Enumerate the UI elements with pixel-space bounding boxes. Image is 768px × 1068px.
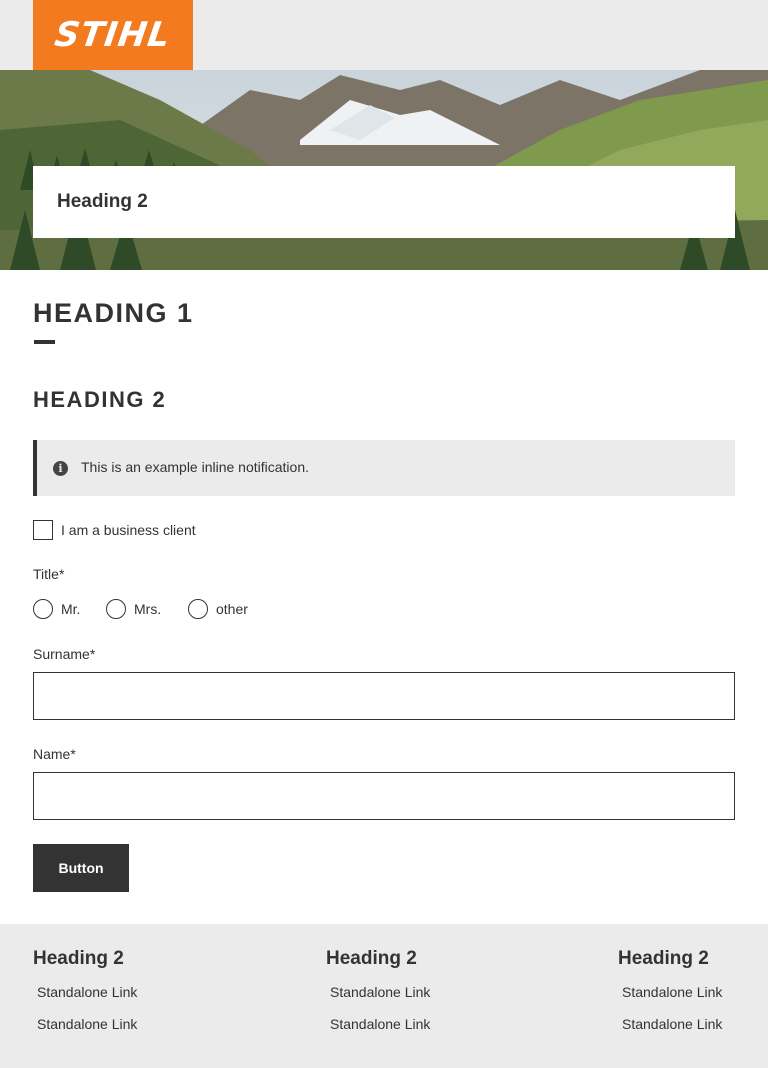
footer-heading: Heading 2 xyxy=(618,948,709,969)
surname-input[interactable] xyxy=(33,672,735,720)
required-mark: * xyxy=(70,746,76,762)
footer-heading: Heading 2 xyxy=(33,948,124,969)
footer-heading: Heading 2 xyxy=(326,948,417,969)
radio-mrs[interactable]: Mrs. xyxy=(106,599,161,619)
page-heading-1: HEADING 1 xyxy=(33,298,194,328)
hero-banner: Heading 2 xyxy=(0,70,768,270)
notification-text: This is an example inline notification. xyxy=(81,459,310,475)
submit-button[interactable]: Button xyxy=(33,844,129,892)
footer-link[interactable]: Standalone Link xyxy=(330,984,430,1000)
inline-notification: i This is an example inline notification… xyxy=(33,440,735,496)
stihl-logo[interactable]: STIHL xyxy=(33,0,193,70)
heading-underline xyxy=(34,340,55,344)
page-heading-2: HEADING 2 xyxy=(33,387,167,412)
required-mark: * xyxy=(89,646,96,662)
site-footer: Heading 2 Standalone Link Standalone Lin… xyxy=(0,924,768,1068)
radio-mr[interactable]: Mr. xyxy=(33,599,80,619)
business-client-checkbox[interactable]: I am a business client xyxy=(33,520,196,540)
info-icon: i xyxy=(53,461,68,476)
footer-link[interactable]: Standalone Link xyxy=(622,1016,722,1032)
radio-circle[interactable] xyxy=(106,599,126,619)
radio-other[interactable]: other xyxy=(188,599,248,619)
logo-text: STIHL xyxy=(52,15,174,55)
footer-link[interactable]: Standalone Link xyxy=(622,984,722,1000)
title-label: Title* xyxy=(33,566,64,582)
name-label-text: Name xyxy=(33,746,71,762)
checkbox-label: I am a business client xyxy=(61,522,196,538)
surname-label: Surname* xyxy=(33,646,95,662)
title-radio-group: Mr. Mrs. other xyxy=(33,599,433,621)
radio-label: Mr. xyxy=(61,601,81,617)
radio-label: other xyxy=(216,601,248,617)
footer-link[interactable]: Standalone Link xyxy=(37,1016,137,1032)
footer-link[interactable]: Standalone Link xyxy=(37,984,137,1000)
radio-circle[interactable] xyxy=(188,599,208,619)
name-label: Name* xyxy=(33,746,76,762)
required-mark: * xyxy=(58,566,65,582)
site-header: STIHL xyxy=(0,0,768,70)
radio-circle[interactable] xyxy=(33,599,53,619)
checkbox-box[interactable] xyxy=(33,520,53,540)
name-input[interactable] xyxy=(33,772,735,820)
hero-card: Heading 2 xyxy=(33,166,735,238)
footer-link[interactable]: Standalone Link xyxy=(330,1016,430,1032)
radio-label: Mrs. xyxy=(134,601,162,617)
surname-label-text: Surname xyxy=(33,646,90,662)
hero-card-heading: Heading 2 xyxy=(57,191,148,212)
title-label-text: Title xyxy=(33,566,59,582)
